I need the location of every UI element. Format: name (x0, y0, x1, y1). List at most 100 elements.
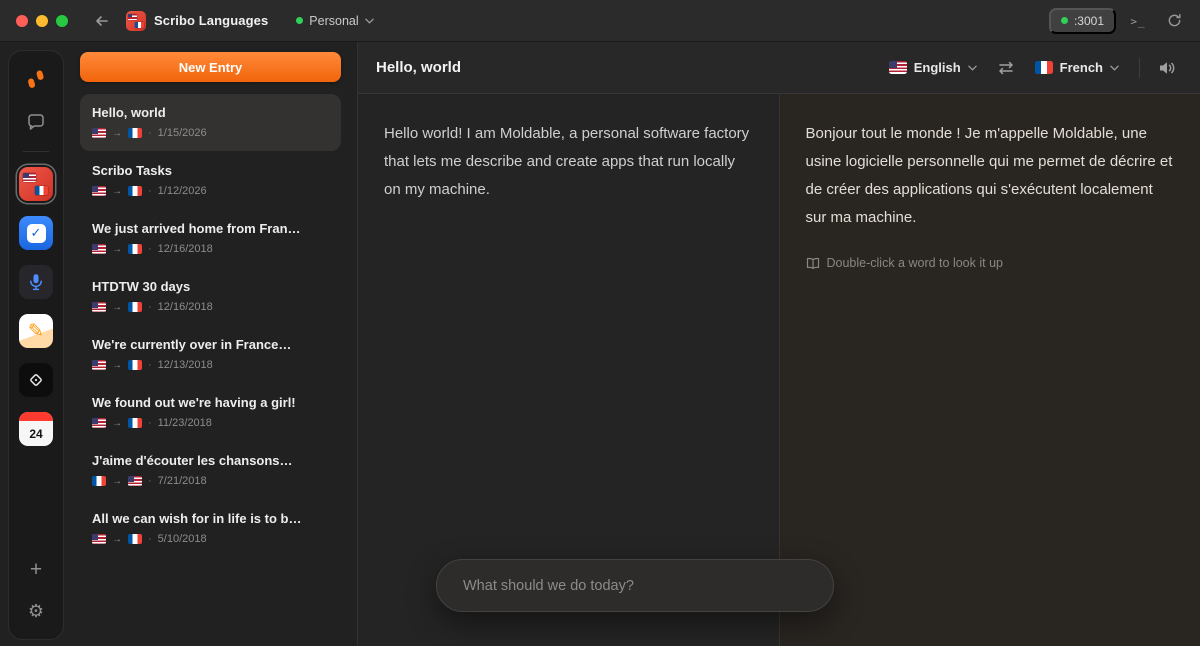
dot-separator: · (148, 475, 152, 487)
fr-flag-icon (128, 244, 142, 254)
app-chip: Scribo Languages (126, 11, 268, 31)
prompt-bar (436, 559, 834, 612)
git-diamond-icon (27, 371, 45, 389)
entry-meta: → · 12/16/2018 (92, 243, 329, 255)
app-icon-scribo-languages[interactable] (19, 167, 53, 201)
entry-meta: → · 12/13/2018 (92, 359, 329, 371)
minimize-window-button[interactable] (36, 15, 48, 27)
page-title: Hello, world (376, 59, 461, 76)
close-window-button[interactable] (16, 15, 28, 27)
new-entry-button[interactable]: New Entry (80, 52, 341, 82)
us-flag-icon (92, 186, 106, 196)
rail-divider (23, 151, 49, 152)
back-arrow-icon (94, 13, 110, 29)
entry-meta: → · 1/12/2026 (92, 185, 329, 197)
entry-meta: → · 11/23/2018 (92, 417, 329, 429)
us-flag-icon (92, 244, 106, 254)
fr-flag-icon (35, 186, 48, 195)
swap-languages-button[interactable] (991, 53, 1021, 83)
entry-title: Hello, world (92, 105, 329, 120)
status-dot (1061, 17, 1068, 24)
entry-title: We're currently over in France… (92, 337, 329, 352)
add-app-button[interactable] (19, 555, 53, 583)
moldable-home-button[interactable] (19, 65, 53, 93)
dot-separator: · (148, 533, 152, 545)
entry-meta: → · 1/15/2026 (92, 127, 329, 139)
app-title: Scribo Languages (154, 13, 268, 28)
workspace-selector[interactable]: Personal (288, 9, 381, 33)
app-icon-calendar[interactable]: 24 (19, 412, 53, 446)
app-icon-scribo-tasks[interactable] (19, 216, 53, 250)
chat-button[interactable] (19, 108, 53, 136)
swap-icon (997, 61, 1015, 75)
entry-list[interactable]: Hello, world → · 1/15/2026 Scribo Tasks … (80, 94, 341, 558)
target-language-label: French (1060, 60, 1103, 75)
microphone-icon (28, 273, 44, 291)
list-item[interactable]: HTDTW 30 days → · 12/16/2018 (80, 268, 341, 325)
entry-meta: → · 7/21/2018 (92, 475, 329, 487)
source-language-select[interactable]: English (881, 54, 985, 81)
terminal-button[interactable] (1124, 7, 1152, 35)
prompt-input[interactable] (463, 578, 807, 594)
fr-flag-icon (128, 534, 142, 544)
reload-button[interactable] (1160, 7, 1188, 35)
list-item[interactable]: J'aime d'écouter les chansons… → · 7/21/… (80, 442, 341, 499)
fr-flag-icon (128, 302, 142, 312)
lookup-hint: Double-click a word to look it up (806, 256, 1175, 270)
list-item[interactable]: Hello, world → · 1/15/2026 (80, 94, 341, 151)
main-header: Hello, world English French (358, 42, 1200, 94)
list-item[interactable]: We're currently over in France… → · 12/1… (80, 326, 341, 383)
traffic-lights (16, 15, 68, 27)
entry-date: 5/10/2018 (158, 533, 207, 545)
entry-title: We just arrived home from Fran… (92, 221, 329, 236)
entry-title: Scribo Tasks (92, 163, 329, 178)
main-area: Hello, world English French (358, 42, 1200, 646)
target-text[interactable]: Bonjour tout le monde ! Je m'appelle Mol… (806, 120, 1175, 232)
dot-separator: · (148, 185, 152, 197)
app-icon-notes[interactable] (19, 314, 53, 348)
speaker-button[interactable] (1152, 53, 1182, 83)
zoom-window-button[interactable] (56, 15, 68, 27)
app-rail: 24 (8, 50, 64, 640)
checkbox-icon (27, 224, 46, 243)
titlebar: Scribo Languages Personal :3001 (0, 0, 1200, 42)
port-badge[interactable]: :3001 (1049, 8, 1116, 34)
list-item[interactable]: All we can wish for in life is to b… → ·… (80, 500, 341, 557)
reload-icon (1167, 13, 1182, 28)
gear-icon (28, 602, 44, 620)
plus-icon (30, 559, 42, 580)
settings-button[interactable] (19, 597, 53, 625)
entry-meta: → · 12/16/2018 (92, 301, 329, 313)
fr-flag-icon (92, 476, 106, 486)
dot-separator: · (148, 359, 152, 371)
back-button[interactable] (88, 7, 116, 35)
chevron-down-icon (1110, 65, 1119, 71)
us-flag-icon (128, 476, 142, 486)
dot-separator: · (148, 417, 152, 429)
content-area: 24 New Entry Hello, world → (0, 42, 1200, 646)
app-icon-git[interactable] (19, 363, 53, 397)
entry-title: All we can wish for in life is to b… (92, 511, 329, 526)
list-item[interactable]: We just arrived home from Fran… → · 12/1… (80, 210, 341, 267)
list-item[interactable]: Scribo Tasks → · 1/12/2026 (80, 152, 341, 209)
target-language-select[interactable]: French (1027, 54, 1127, 81)
entry-meta: → · 5/10/2018 (92, 533, 329, 545)
arrow-icon: → (112, 302, 122, 313)
us-flag-icon (92, 418, 106, 428)
entry-date: 1/12/2026 (158, 185, 207, 197)
scribo-languages-app-icon (126, 11, 146, 31)
dot-separator: · (148, 243, 152, 255)
entry-title: J'aime d'écouter les chansons… (92, 453, 329, 468)
book-icon (806, 257, 820, 270)
status-dot (296, 17, 303, 24)
arrow-icon: → (112, 534, 122, 545)
list-item[interactable]: We found out we're having a girl! → · 11… (80, 384, 341, 441)
app-icon-dictation[interactable] (19, 265, 53, 299)
calendar-day-label: 24 (19, 421, 53, 446)
workspace-label: Personal (309, 14, 358, 28)
terminal-icon (1130, 13, 1145, 28)
fr-flag-icon (128, 128, 142, 138)
chat-bubble-icon (26, 112, 46, 132)
entries-sidebar: New Entry Hello, world → · 1/15/2026 Scr… (64, 42, 358, 646)
us-flag-icon (92, 360, 106, 370)
